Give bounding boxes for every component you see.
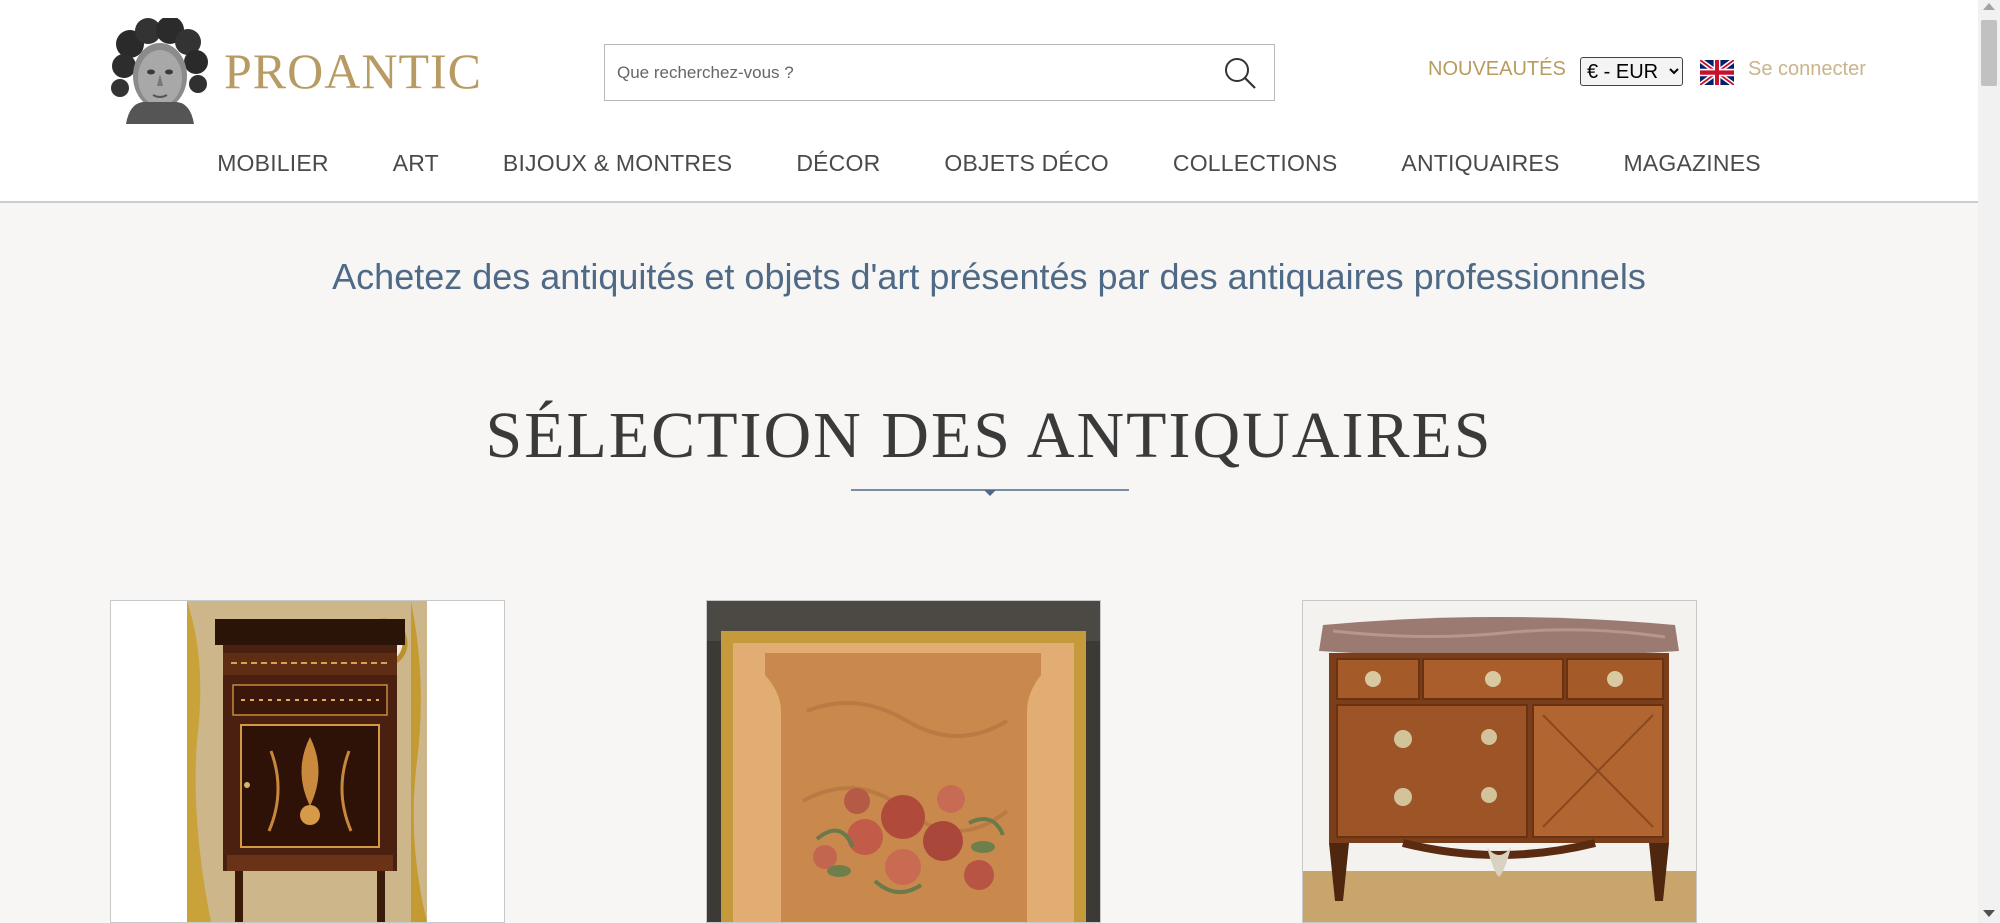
product-image-1 [111,601,504,922]
section-title: SÉLECTION DES ANTIQUAIRES [485,399,1493,472]
login-link[interactable]: Se connecter [1748,58,1866,81]
nav-item-decor[interactable]: DÉCOR [796,150,880,177]
nav-item-magazines[interactable]: MAGAZINES [1624,150,1761,177]
page-tagline: Achetez des antiquités et objets d'art p… [332,256,1646,297]
uk-flag-icon[interactable] [1700,60,1734,85]
scroll-down-arrow-icon[interactable] [1983,910,1995,917]
product-card-3[interactable] [1302,600,1697,923]
nav-item-antiquaires[interactable]: ANTIQUAIRES [1401,150,1559,177]
scroll-thumb[interactable] [1981,20,1997,86]
nav-item-mobilier[interactable]: MOBILIER [217,150,329,177]
scrollbar[interactable] [1978,0,2000,923]
title-divider [851,489,1129,496]
product-image-2 [707,601,1100,922]
nav-item-objets-deco[interactable]: OBJETS DÉCO [944,150,1109,177]
search-box [604,44,1275,101]
logo-text: PROANTIC [224,43,483,99]
nav-item-collections[interactable]: COLLECTIONS [1173,150,1338,177]
product-card-2[interactable] [706,600,1101,923]
site-header: PROANTIC NOUVEAUTÉS € - EUR Se connecter… [0,0,1978,203]
search-icon[interactable] [1222,55,1258,91]
nav-item-art[interactable]: ART [393,150,439,177]
nav-item-bijoux-montres[interactable]: BIJOUX & MONTRES [503,150,732,177]
product-card-1[interactable] [110,600,505,923]
product-image-3 [1303,601,1696,922]
search-input[interactable] [605,45,1205,100]
scroll-up-arrow-icon[interactable] [1983,3,1995,10]
currency-select[interactable]: € - EUR [1580,57,1683,86]
logo[interactable]: PROANTIC [108,18,482,124]
bust-logo-icon [111,18,208,124]
main-nav: MOBILIER ART BIJOUX & MONTRES DÉCOR OBJE… [0,150,1978,177]
nouveautes-link[interactable]: NOUVEAUTÉS [1428,58,1566,81]
